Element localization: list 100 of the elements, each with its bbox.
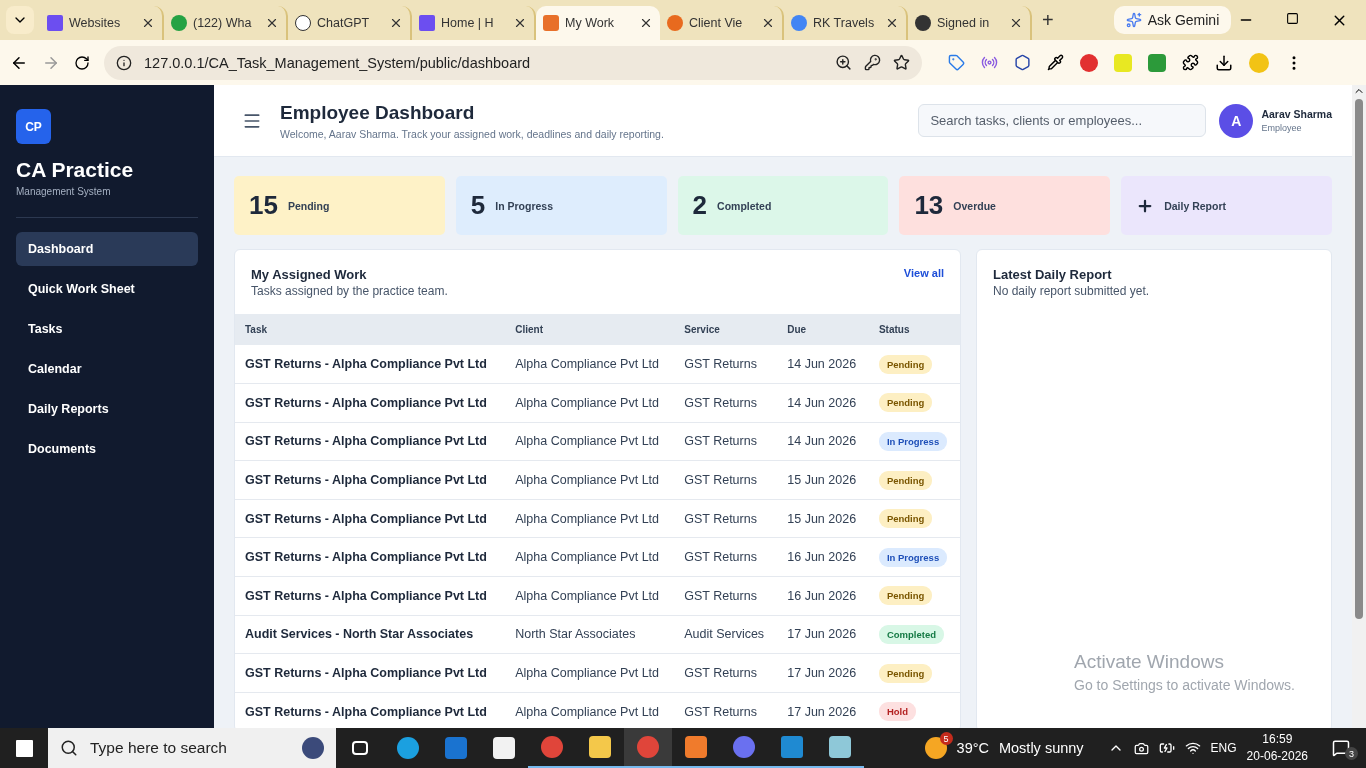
camera-icon[interactable] (1133, 740, 1149, 756)
table-cell: 14 Jun 2026 (777, 383, 869, 423)
weather-condition: Mostly sunny (998, 740, 1084, 756)
table-cell: GST Returns - Alpha Compliance Pvt Ltd (235, 383, 506, 423)
battery-icon[interactable] (1158, 740, 1175, 756)
wifi-icon[interactable] (1184, 740, 1201, 756)
temperature: 39°C (956, 740, 989, 756)
stat-value: 2 (692, 190, 708, 221)
column-header: Due (777, 314, 869, 345)
stat-label: Pending (287, 199, 330, 212)
welcome-text: Welcome, Aarav Sharma. Track your assigned work, deadlines and daily reporting. (280, 127, 664, 140)
sidebar-item[interactable]: Tasks (16, 312, 198, 346)
close-icon[interactable] (265, 16, 279, 30)
close-icon[interactable] (885, 16, 899, 30)
tab-title: My Work (565, 16, 616, 30)
column-header: Task (235, 314, 506, 345)
clock-date[interactable]: 20-06-2026 (1246, 748, 1308, 765)
stat-label: Completed (717, 199, 772, 212)
sidebar-item[interactable]: Calendar (16, 352, 198, 386)
view-all-link[interactable]: View all (903, 267, 944, 298)
table-cell: GST Returns - Alpha Compliance Pvt Ltd (235, 537, 506, 577)
table-cell: GST Returns - Alpha Compliance Pvt Ltd (235, 460, 506, 500)
tab-list-button[interactable] (6, 6, 34, 34)
stat-value: 13 (914, 190, 944, 221)
table-cell: Alpha Compliance Pvt Ltd (505, 499, 675, 538)
panel-text: No daily report submitted yet. (993, 284, 1150, 298)
activation-title: Activate Windows (1074, 651, 1225, 673)
status-badge: Pending (878, 509, 933, 529)
key-icon[interactable] (864, 54, 881, 71)
sidebar-item[interactable]: Documents (16, 432, 198, 466)
daily-report-card[interactable]: Daily Report (1121, 176, 1332, 235)
close-icon[interactable] (389, 16, 403, 30)
search-field[interactable]: Search tasks, clients or employees... (918, 104, 1207, 137)
status-badge: In Progress (878, 432, 948, 451)
stat-label: In Progress (495, 199, 554, 212)
table-cell: GST Returns (674, 422, 778, 461)
browser-tab[interactable]: My Work (536, 6, 660, 40)
table-cell: GST Returns - Alpha Compliance Pvt Ltd (235, 345, 506, 384)
zoom-icon[interactable] (835, 54, 852, 71)
table-cell: 15 Jun 2026 (777, 460, 869, 500)
notification-icon[interactable] (1332, 739, 1350, 757)
extensions-icon[interactable] (1182, 54, 1199, 71)
language-indicator[interactable]: ENG (1210, 741, 1237, 755)
eyedropper-icon[interactable] (1047, 54, 1064, 71)
tab-title: Signed in (937, 16, 991, 30)
table-cell: 17 Jun 2026 (777, 653, 869, 693)
table-cell: GST Returns - Alpha Compliance Pvt Ltd (235, 576, 506, 616)
close-icon[interactable] (639, 16, 653, 30)
search-icon (60, 739, 78, 757)
tab-title: ChatGPT (317, 16, 371, 30)
close-icon[interactable] (141, 16, 155, 30)
table-cell: 15 Jun 2026 (777, 499, 869, 538)
tab-favicon-icon (915, 15, 931, 31)
bookmark-star-icon[interactable] (893, 54, 910, 71)
avatar: A (1219, 103, 1254, 138)
clock-time[interactable]: 16:59 (1246, 731, 1308, 748)
table-cell: Alpha Compliance Pvt Ltd (505, 576, 675, 616)
status-badge: Pending (878, 393, 933, 413)
sidebar-item[interactable]: Quick Work Sheet (16, 272, 198, 306)
tag-icon[interactable] (948, 54, 965, 71)
table-cell: Alpha Compliance Pvt Ltd (505, 345, 675, 384)
table-cell: GST Returns - Alpha Compliance Pvt Ltd (235, 653, 506, 693)
tab-favicon-icon (543, 15, 559, 31)
restore-icon[interactable] (1286, 11, 1299, 25)
brand-subtitle: Management System (16, 186, 112, 197)
panel-title: Latest Daily Report (993, 267, 1113, 282)
signal-icon[interactable] (981, 54, 998, 71)
table-cell: GST Returns (674, 576, 778, 616)
tab-favicon-icon (47, 15, 63, 31)
status-badge: In Progress (878, 547, 948, 567)
table-cell: GST Returns - Alpha Compliance Pvt Ltd (235, 422, 506, 461)
address-bar[interactable]: 127.0.0.1/CA_Task_Management_System/public/dashboard (104, 45, 922, 80)
page-title: Employee Dashboard (280, 101, 476, 124)
reload-icon[interactable] (74, 54, 90, 71)
status-badge: Pending (878, 470, 933, 490)
new-tab-button[interactable]: + (1042, 8, 1054, 32)
taskbar-search-field[interactable]: Type here to search (48, 728, 336, 768)
scrollbar-thumb[interactable] (1355, 99, 1363, 619)
panel-subtitle: Tasks assigned by the practice team. (251, 284, 448, 298)
table-cell: 14 Jun 2026 (777, 422, 869, 461)
status-badge: Pending (878, 354, 933, 374)
close-icon[interactable] (761, 16, 775, 30)
sidebar-item[interactable]: Daily Reports (16, 392, 198, 426)
info-icon[interactable] (116, 54, 132, 71)
table-cell: 14 Jun 2026 (777, 345, 869, 384)
status-badge: Hold (878, 702, 916, 722)
ask-gemini-button[interactable]: Ask Gemini (1113, 6, 1232, 34)
table-cell: GST Returns (674, 383, 778, 423)
close-icon[interactable] (513, 16, 527, 30)
table-cell: GST Returns (674, 460, 778, 500)
table-cell: 17 Jun 2026 (777, 615, 869, 654)
download-icon[interactable] (1215, 53, 1233, 72)
tab-title: Home | H (441, 16, 495, 30)
sidebar-item[interactable]: Dashboard (16, 232, 198, 266)
table-cell: 16 Jun 2026 (777, 576, 869, 616)
sparkle-icon (1125, 12, 1142, 28)
close-icon[interactable] (1009, 16, 1023, 30)
hexagon-icon[interactable] (1014, 54, 1031, 71)
user-name: Aarav Sharma (1261, 108, 1332, 120)
table-cell: Audit Services - North Star Associates (235, 615, 506, 654)
